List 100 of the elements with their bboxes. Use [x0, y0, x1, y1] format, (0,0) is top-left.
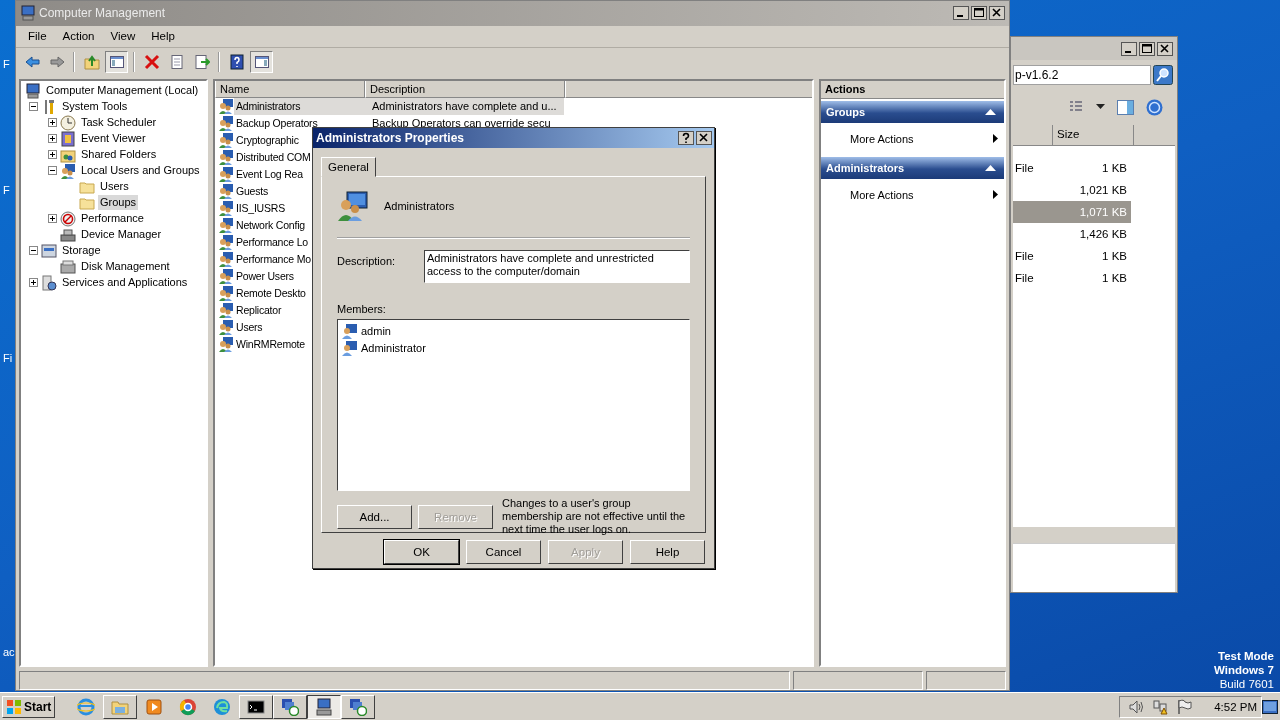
show-desktop-icon[interactable] — [1262, 699, 1278, 714]
up-folder-icon[interactable] — [83, 53, 100, 70]
button[interactable]: OK — [384, 540, 459, 564]
properties-icon[interactable] — [168, 53, 185, 70]
remote-window-icon[interactable] — [281, 697, 300, 716]
tree-item[interactable]: Disk Management — [79, 259, 172, 275]
file-row[interactable]: 1,021 KB — [1013, 179, 1131, 202]
menu-item[interactable]: File — [20, 28, 55, 45]
column-header[interactable]: Name — [215, 80, 365, 98]
minimize-icon[interactable] — [953, 6, 969, 21]
desktop-icon-label[interactable]: F — [3, 184, 10, 197]
user-icon — [342, 339, 358, 356]
collapse-icon[interactable] — [47, 166, 57, 176]
delete-icon[interactable] — [143, 53, 160, 70]
submenu-arrow-icon — [993, 190, 998, 200]
taskbar-button[interactable] — [307, 694, 342, 719]
computer-icon[interactable] — [315, 697, 334, 716]
tab[interactable]: General — [321, 157, 376, 177]
tree-item[interactable]: Task Scheduler — [79, 115, 159, 131]
preview-pane-icon[interactable] — [1117, 99, 1134, 115]
maximize-icon[interactable] — [1139, 41, 1155, 56]
minimize-icon[interactable] — [1121, 41, 1137, 56]
clock[interactable]: 4:52 PM — [1214, 700, 1257, 713]
desktop-icon-label[interactable]: F — [3, 58, 10, 71]
close-icon[interactable] — [1157, 41, 1173, 56]
file-row[interactable]: File 1 KB — [1013, 245, 1131, 268]
help-icon[interactable] — [228, 53, 245, 70]
column-header[interactable] — [565, 80, 812, 98]
tree-item[interactable]: Event Viewer — [79, 131, 148, 147]
file-size: 1,426 KB — [1078, 228, 1128, 241]
button[interactable]: Help — [630, 540, 705, 564]
group-icon — [218, 149, 234, 166]
section-header[interactable]: Administrators — [821, 156, 1004, 179]
collapse-icon[interactable] — [28, 102, 38, 112]
member-name[interactable]: admin — [361, 324, 391, 337]
close-icon[interactable] — [989, 6, 1005, 21]
expand-icon[interactable] — [47, 134, 57, 144]
storage-icon — [41, 242, 57, 259]
tree-item[interactable]: Storage — [60, 243, 103, 259]
tree-item[interactable]: Groups — [98, 195, 139, 211]
tree-item[interactable]: Performance — [79, 211, 146, 227]
maximize-icon[interactable] — [971, 6, 987, 21]
flag-icon[interactable] — [1176, 698, 1193, 715]
export-list-icon[interactable] — [193, 53, 210, 70]
file-size: 1 KB — [1101, 250, 1128, 263]
field-label: Description: — [337, 254, 397, 267]
expand-icon[interactable] — [47, 118, 57, 128]
terminal-icon[interactable] — [247, 697, 266, 716]
chrome-icon[interactable] — [179, 697, 198, 716]
remote-window-icon[interactable] — [349, 697, 368, 716]
group-icon — [218, 98, 234, 115]
desktop-icon-label[interactable]: Fi — [3, 352, 13, 365]
speaker-icon[interactable] — [1128, 698, 1145, 715]
tree-item[interactable]: Shared Folders — [79, 147, 159, 163]
file-row[interactable]: 1,426 KB — [1013, 223, 1131, 246]
tree-item[interactable]: System Tools — [60, 99, 130, 115]
file-size: 1 KB — [1101, 162, 1128, 175]
desktop-icon-label[interactable]: ac — [3, 646, 15, 659]
address-field[interactable]: p-v1.6.2 — [1013, 65, 1151, 86]
close-icon[interactable] — [696, 131, 712, 145]
tree-item[interactable]: Device Manager — [79, 227, 164, 243]
description-field[interactable]: Administrators have complete and unrestricted access to the computer/domain — [424, 250, 690, 283]
section-header[interactable]: Groups — [821, 100, 1004, 123]
expand-icon[interactable] — [47, 150, 57, 160]
members-list[interactable]: admin Administrator — [337, 319, 690, 491]
tree-item[interactable]: Users — [98, 179, 131, 195]
menu-item[interactable]: Help — [143, 28, 183, 45]
file-row[interactable]: File 1 KB — [1013, 157, 1131, 180]
expand-icon[interactable] — [28, 278, 38, 288]
dropdown-caret-icon[interactable] — [1096, 104, 1105, 110]
menu-item[interactable]: Action — [54, 28, 103, 45]
collapse-icon[interactable] — [985, 164, 996, 171]
section-title: Groups — [826, 105, 866, 118]
column-header[interactable]: Size — [1053, 124, 1134, 146]
collapse-icon[interactable] — [28, 246, 38, 256]
start-button[interactable]: Start — [2, 695, 56, 718]
collapse-icon[interactable] — [985, 108, 996, 115]
services-icon — [41, 274, 57, 291]
button[interactable]: Cancel — [466, 540, 541, 564]
search-icon[interactable] — [1153, 65, 1173, 86]
menu-item[interactable]: View — [102, 28, 144, 45]
dialog-title: Administrators Properties — [316, 131, 465, 145]
file-row[interactable]: File 1 KB — [1013, 267, 1131, 290]
expand-icon[interactable] — [47, 214, 57, 224]
help-icon[interactable] — [678, 131, 694, 145]
network-warning-icon[interactable] — [1152, 698, 1169, 715]
action-link[interactable]: More Actions — [850, 132, 914, 145]
member-name[interactable]: Administrator — [361, 341, 426, 354]
button[interactable]: Add... — [337, 505, 412, 529]
group-icon — [218, 285, 234, 302]
column-header[interactable]: Description — [365, 80, 565, 98]
forward-arrow-icon[interactable] — [48, 53, 65, 70]
action-link[interactable]: More Actions — [850, 188, 914, 201]
play-icon[interactable] — [145, 697, 164, 716]
pane-title: Actions — [821, 80, 1004, 99]
tree-item[interactable]: Local Users and Groups — [79, 163, 202, 179]
back-arrow-icon[interactable] — [23, 53, 40, 70]
tree-item[interactable]: Computer Management (Local) — [44, 83, 201, 99]
group-description: Backup Operators can override secu — [371, 117, 552, 130]
tree-item[interactable]: Services and Applications — [60, 275, 190, 291]
